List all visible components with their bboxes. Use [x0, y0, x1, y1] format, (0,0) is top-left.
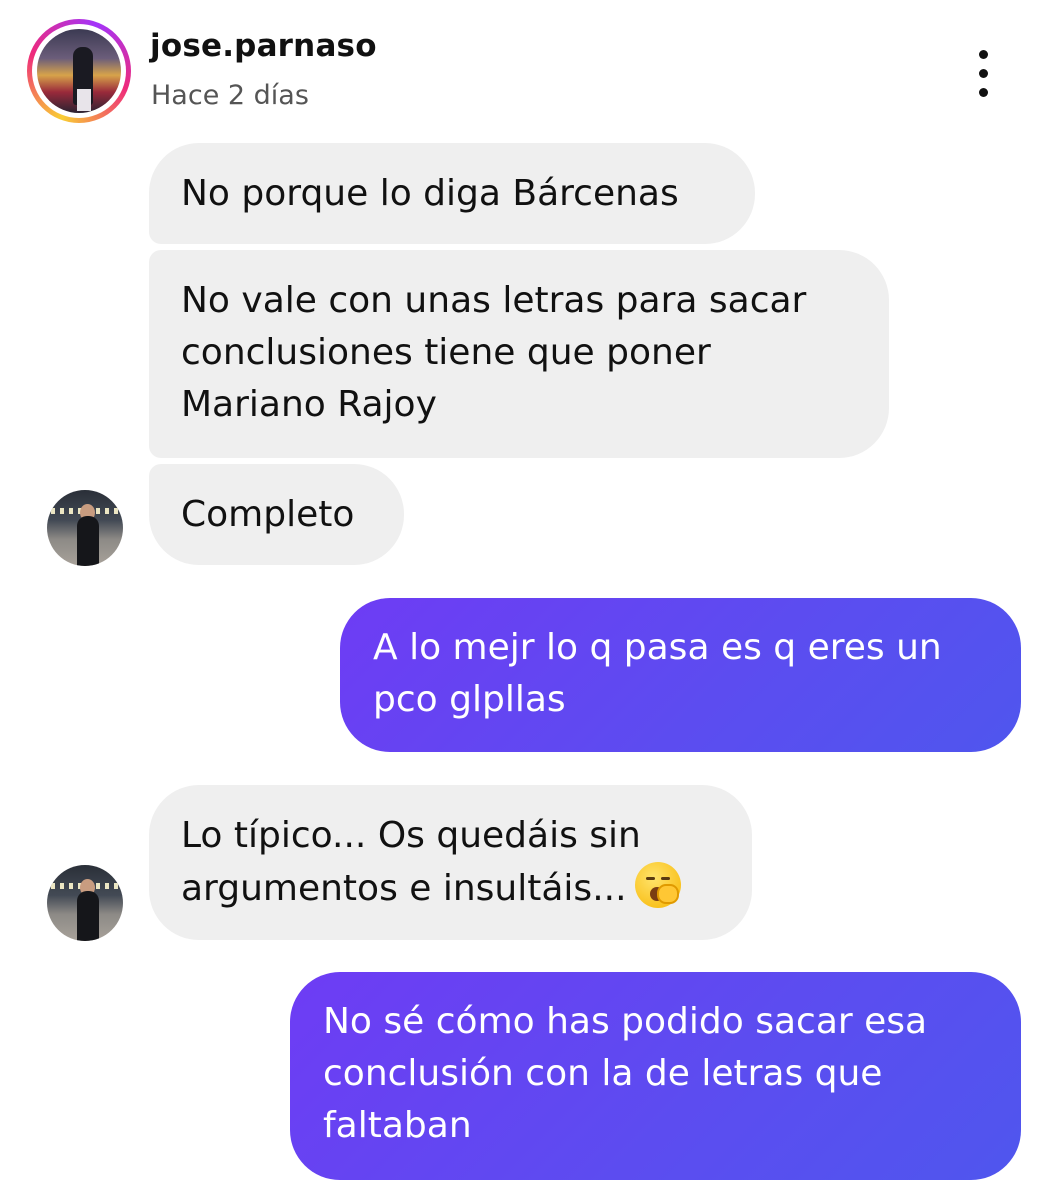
timestamp: Hace 2 días	[151, 80, 309, 111]
incoming-message-bubble[interactable]: Lo típico... Os quedáis sin argumentos e…	[149, 785, 752, 940]
message-line: argumentos e insultáis...	[181, 862, 720, 915]
profile-avatar-story-ring[interactable]	[27, 19, 131, 123]
outgoing-message-bubble[interactable]: No sé cómo has podido sacar esa conclusi…	[290, 972, 1021, 1180]
chat-screen: jose.parnaso Hace 2 días No porque lo di…	[0, 0, 1043, 1200]
username[interactable]: jose.parnaso	[150, 28, 377, 64]
outgoing-message-bubble[interactable]: A lo mejr lo q pasa es q eres un pco glp…	[340, 598, 1021, 752]
message-text: Mariano Rajoy	[181, 384, 437, 425]
profile-photo	[37, 29, 121, 113]
incoming-message-bubble[interactable]: No vale con unas letras para sacar concl…	[149, 250, 889, 458]
message-text: No porque lo diga Bárcenas	[181, 173, 679, 214]
message-text: Lo típico... Os quedáis sin	[181, 815, 641, 856]
message-text: pco glpllas	[373, 679, 566, 720]
sender-avatar[interactable]	[47, 865, 123, 941]
message-text: A lo mejr lo q pasa es q eres un	[373, 627, 942, 668]
incoming-message-bubble[interactable]: Completo	[149, 464, 404, 565]
message-text: faltaban	[323, 1105, 472, 1146]
message-text: conclusión con la de letras que	[323, 1053, 883, 1094]
message-text: No vale con unas letras para sacar	[181, 280, 807, 321]
incoming-message-bubble[interactable]: No porque lo diga Bárcenas	[149, 143, 755, 244]
message-text: argumentos e insultáis...	[181, 868, 627, 909]
message-text: conclusiones tiene que poner	[181, 332, 711, 373]
sender-avatar[interactable]	[47, 490, 123, 566]
yawning-face-icon	[634, 862, 681, 908]
message-text: No sé cómo has podido sacar esa	[323, 1001, 928, 1042]
more-vertical-icon[interactable]	[966, 46, 1002, 102]
message-text: Completo	[181, 494, 355, 535]
